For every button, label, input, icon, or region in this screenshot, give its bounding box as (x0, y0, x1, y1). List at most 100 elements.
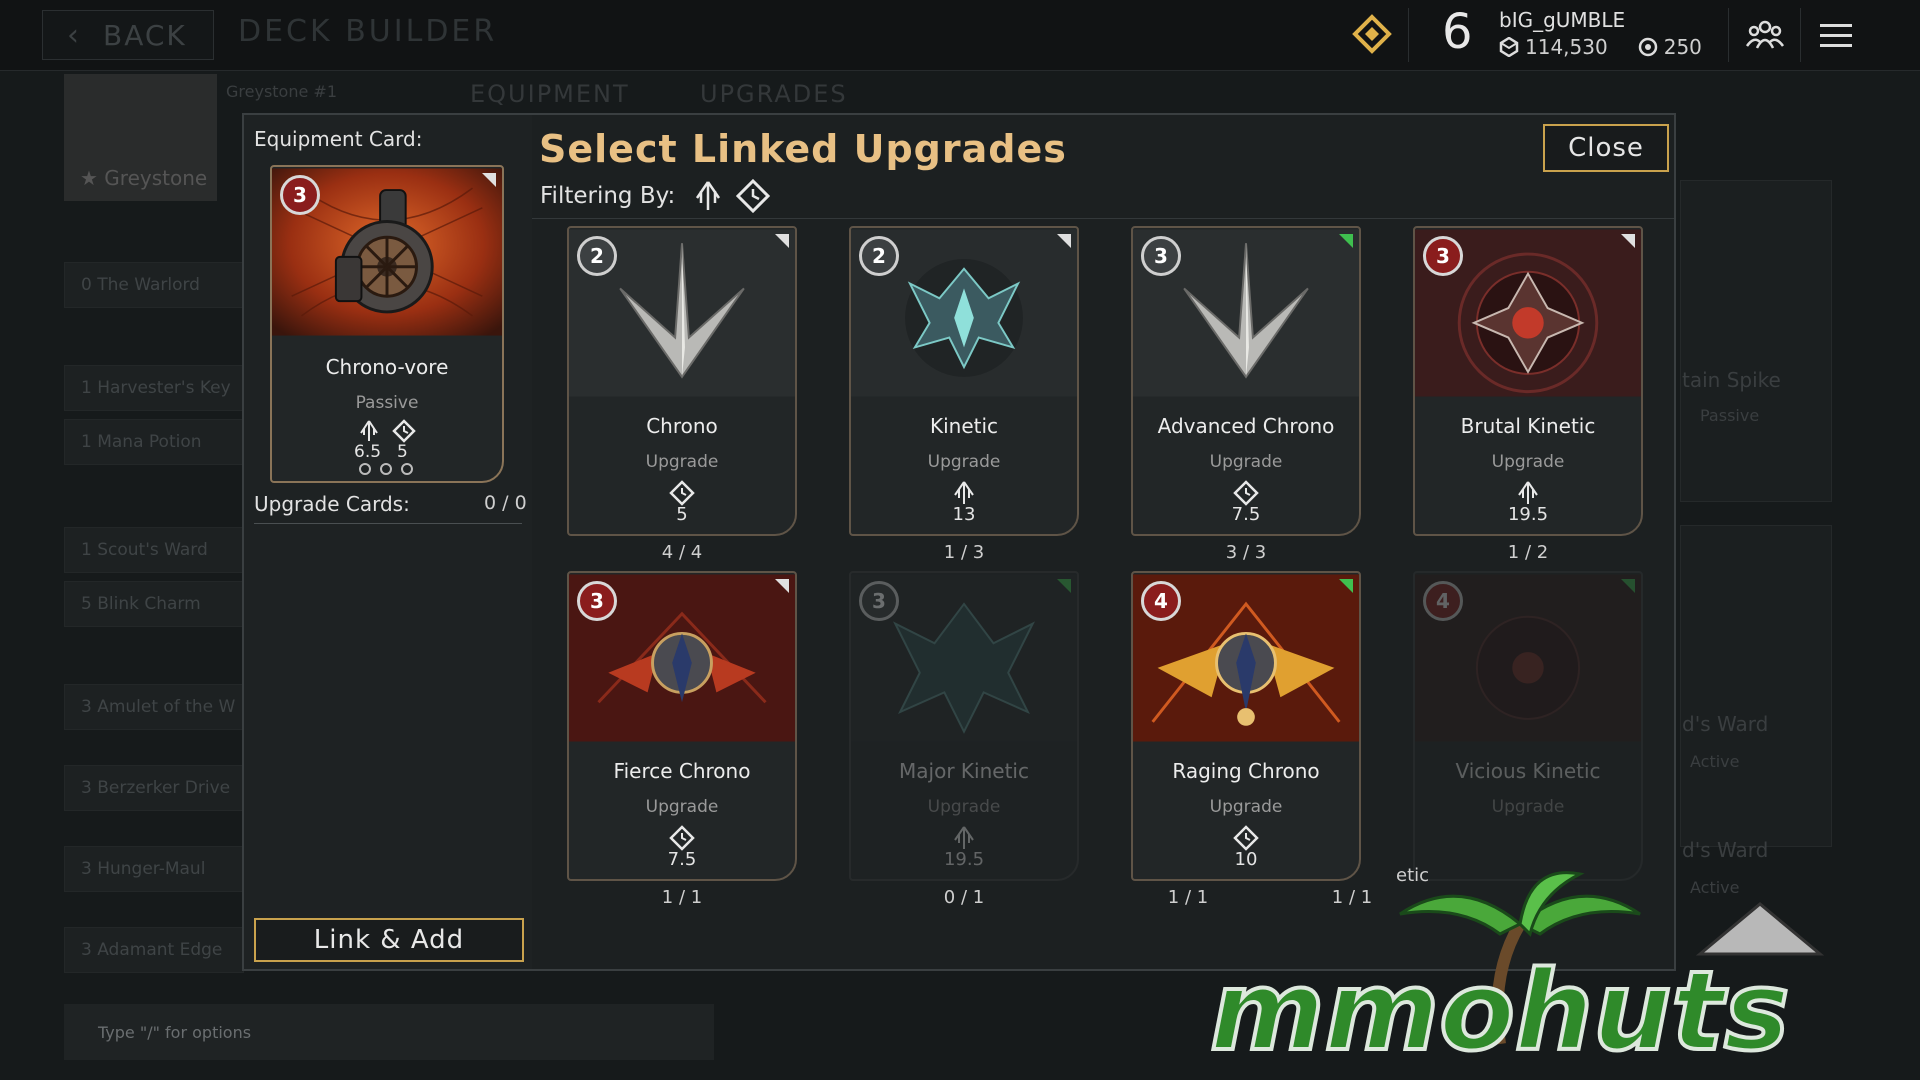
social-icon[interactable] (1743, 14, 1787, 58)
chrono-value: 5 (397, 442, 408, 462)
bg-text: d's Ward (1682, 838, 1769, 862)
card-type: Upgrade (645, 452, 719, 472)
kinetic-filter-icon[interactable] (691, 179, 725, 213)
card-count: 0 / 1 (943, 887, 985, 908)
cost-badge: 3 (1423, 236, 1463, 276)
card-stat: 13 (952, 504, 976, 525)
upgrade-card-major-kinetic[interactable]: 3 Major Kinetic Upgrade 19.5 (849, 571, 1079, 881)
corner-flag-icon (1057, 234, 1071, 248)
divider (1800, 8, 1801, 62)
card-name: Kinetic (929, 414, 999, 438)
card-stat: 5 (676, 504, 688, 525)
page-title: DECK BUILDER (238, 14, 498, 49)
kinetic-icon (360, 420, 378, 441)
chrono-icon (669, 480, 695, 506)
upgrade-card-brutal-kinetic[interactable]: 3 Brutal Kinetic Upgrade 19.5 (1413, 226, 1643, 536)
upgrade-card-fierce-chrono[interactable]: 3 Fierce Chrono Upgrade 7.5 (567, 571, 797, 881)
corner-flag-icon (1339, 579, 1353, 593)
upgrade-card-advanced-chrono[interactable]: 3 Advanced Chrono Upgrade 7.5 (1131, 226, 1361, 536)
cost-badge: 2 (577, 236, 617, 276)
chrono-icon (669, 825, 695, 851)
upgrade-card-vicious-kinetic[interactable]: 4 Vicious Kinetic Upgrade (1413, 571, 1643, 881)
upgrade-card-chrono[interactable]: 2 Chrono Upgrade 5 (567, 226, 797, 536)
back-button[interactable]: ‹ BACK (42, 10, 214, 60)
corner-flag-icon (1057, 579, 1071, 593)
bg-text: Passive (1700, 406, 1760, 425)
close-button[interactable]: Close (1543, 124, 1669, 172)
card-type: Upgrade (1491, 452, 1565, 472)
linked-upgrades-modal: Equipment Card: 3 Chrono-vore Passive 6.… (242, 113, 1676, 971)
card-count: 1 / 1 (661, 887, 703, 908)
card-type: Upgrade (1209, 797, 1283, 817)
card-name: Vicious Kinetic (1455, 759, 1601, 783)
bg-list-item: 3 Adamant Edge (64, 927, 244, 973)
card-count: 3 / 3 (1225, 542, 1267, 563)
shard-diamond-icon[interactable] (1352, 14, 1392, 54)
cost-badge: 4 (1141, 581, 1181, 621)
corner-flag-icon (482, 173, 496, 187)
card-count: 1 / 3 (943, 542, 985, 563)
cost-badge: 2 (859, 236, 899, 276)
upgrade-cards-label: Upgrade Cards: (254, 492, 410, 516)
tab-equipment: EQUIPMENT (470, 80, 630, 108)
menu-icon[interactable] (1814, 14, 1858, 58)
card-name: Chrono-vore (325, 355, 449, 379)
card-stat: 7.5 (1231, 504, 1261, 525)
kinetic-icon (954, 826, 974, 849)
back-label: BACK (103, 18, 187, 52)
chrono-icon (1233, 480, 1259, 506)
corner-flag-icon (1621, 234, 1635, 248)
bg-card (1680, 180, 1832, 502)
socket-dots (359, 463, 413, 475)
chrono-icon (392, 419, 416, 443)
corner-flag-icon (1621, 579, 1635, 593)
card-type: Upgrade (645, 797, 719, 817)
card-count: 1 / 2 (1507, 542, 1549, 563)
tab-upgrades: UPGRADES (700, 80, 848, 108)
divider (254, 523, 522, 524)
bg-text: tain Spike (1682, 368, 1781, 392)
upgrade-card-kinetic[interactable]: 2 Kinetic Upgrade 13 (849, 226, 1079, 536)
bg-list-item: 0 The Warlord (64, 262, 244, 308)
username: bIG_gUMBLE (1499, 8, 1626, 32)
hero-name: ★ Greystone (80, 166, 208, 190)
divider (532, 218, 1674, 219)
kinetic-icon (1518, 481, 1538, 504)
logo-text: mmohuts (1210, 947, 1790, 1064)
divider (1408, 8, 1409, 62)
kinetic-icon (954, 481, 974, 504)
card-name: Brutal Kinetic (1460, 414, 1596, 438)
bg-text: d's Ward (1682, 712, 1769, 736)
bg-text: Active (1690, 752, 1740, 771)
chrono-filter-icon[interactable] (736, 179, 770, 213)
top-bar: ‹ BACK DECK BUILDER 6 bIG_gUMBLE 114,530… (0, 0, 1920, 71)
chevron-left-icon: ‹ (67, 17, 81, 53)
equipment-card-label: Equipment Card: (254, 127, 423, 151)
equipment-card[interactable]: 3 Chrono-vore Passive 6.5 5 (270, 165, 504, 483)
bg-list-item: 1 Harvester's Key (64, 365, 244, 411)
mmohuts-logo: mmohuts (1208, 871, 1825, 1064)
chat-input[interactable]: Type "/" for options (64, 1004, 714, 1060)
card-type: Passive (355, 393, 419, 413)
bg-list-item: 5 Blink Charm (64, 581, 244, 627)
equipment-panel: Equipment Card: 3 Chrono-vore Passive 6.… (244, 115, 532, 969)
card-name: Chrono (646, 414, 718, 438)
chrono-icon (1233, 825, 1259, 851)
cost-badge: 4 (1423, 581, 1463, 621)
currency-amount: 114,530 (1525, 35, 1608, 59)
card-name: Advanced Chrono (1157, 414, 1335, 438)
coin-currency-icon (1638, 37, 1657, 57)
link-and-add-button[interactable]: Link & Add (254, 918, 524, 962)
modal-title: Select Linked Upgrades (539, 127, 1067, 171)
corner-flag-icon (775, 579, 789, 593)
card-count: 4 / 4 (661, 542, 703, 563)
cost-badge: 3 (280, 175, 320, 215)
card-name: Raging Chrono (1172, 759, 1320, 783)
upgrade-card-raging-chrono[interactable]: 4 Raging Chrono Upgrade 10 (1131, 571, 1361, 881)
currency-row: 114,530 250 (1499, 35, 1702, 59)
card-type: Upgrade (927, 797, 1001, 817)
coin-amount: 250 (1663, 35, 1702, 59)
card-name: Major Kinetic (899, 759, 1029, 783)
bg-list-item: 3 Berzerker Drive (64, 765, 244, 811)
card-name: Fierce Chrono (613, 759, 751, 783)
